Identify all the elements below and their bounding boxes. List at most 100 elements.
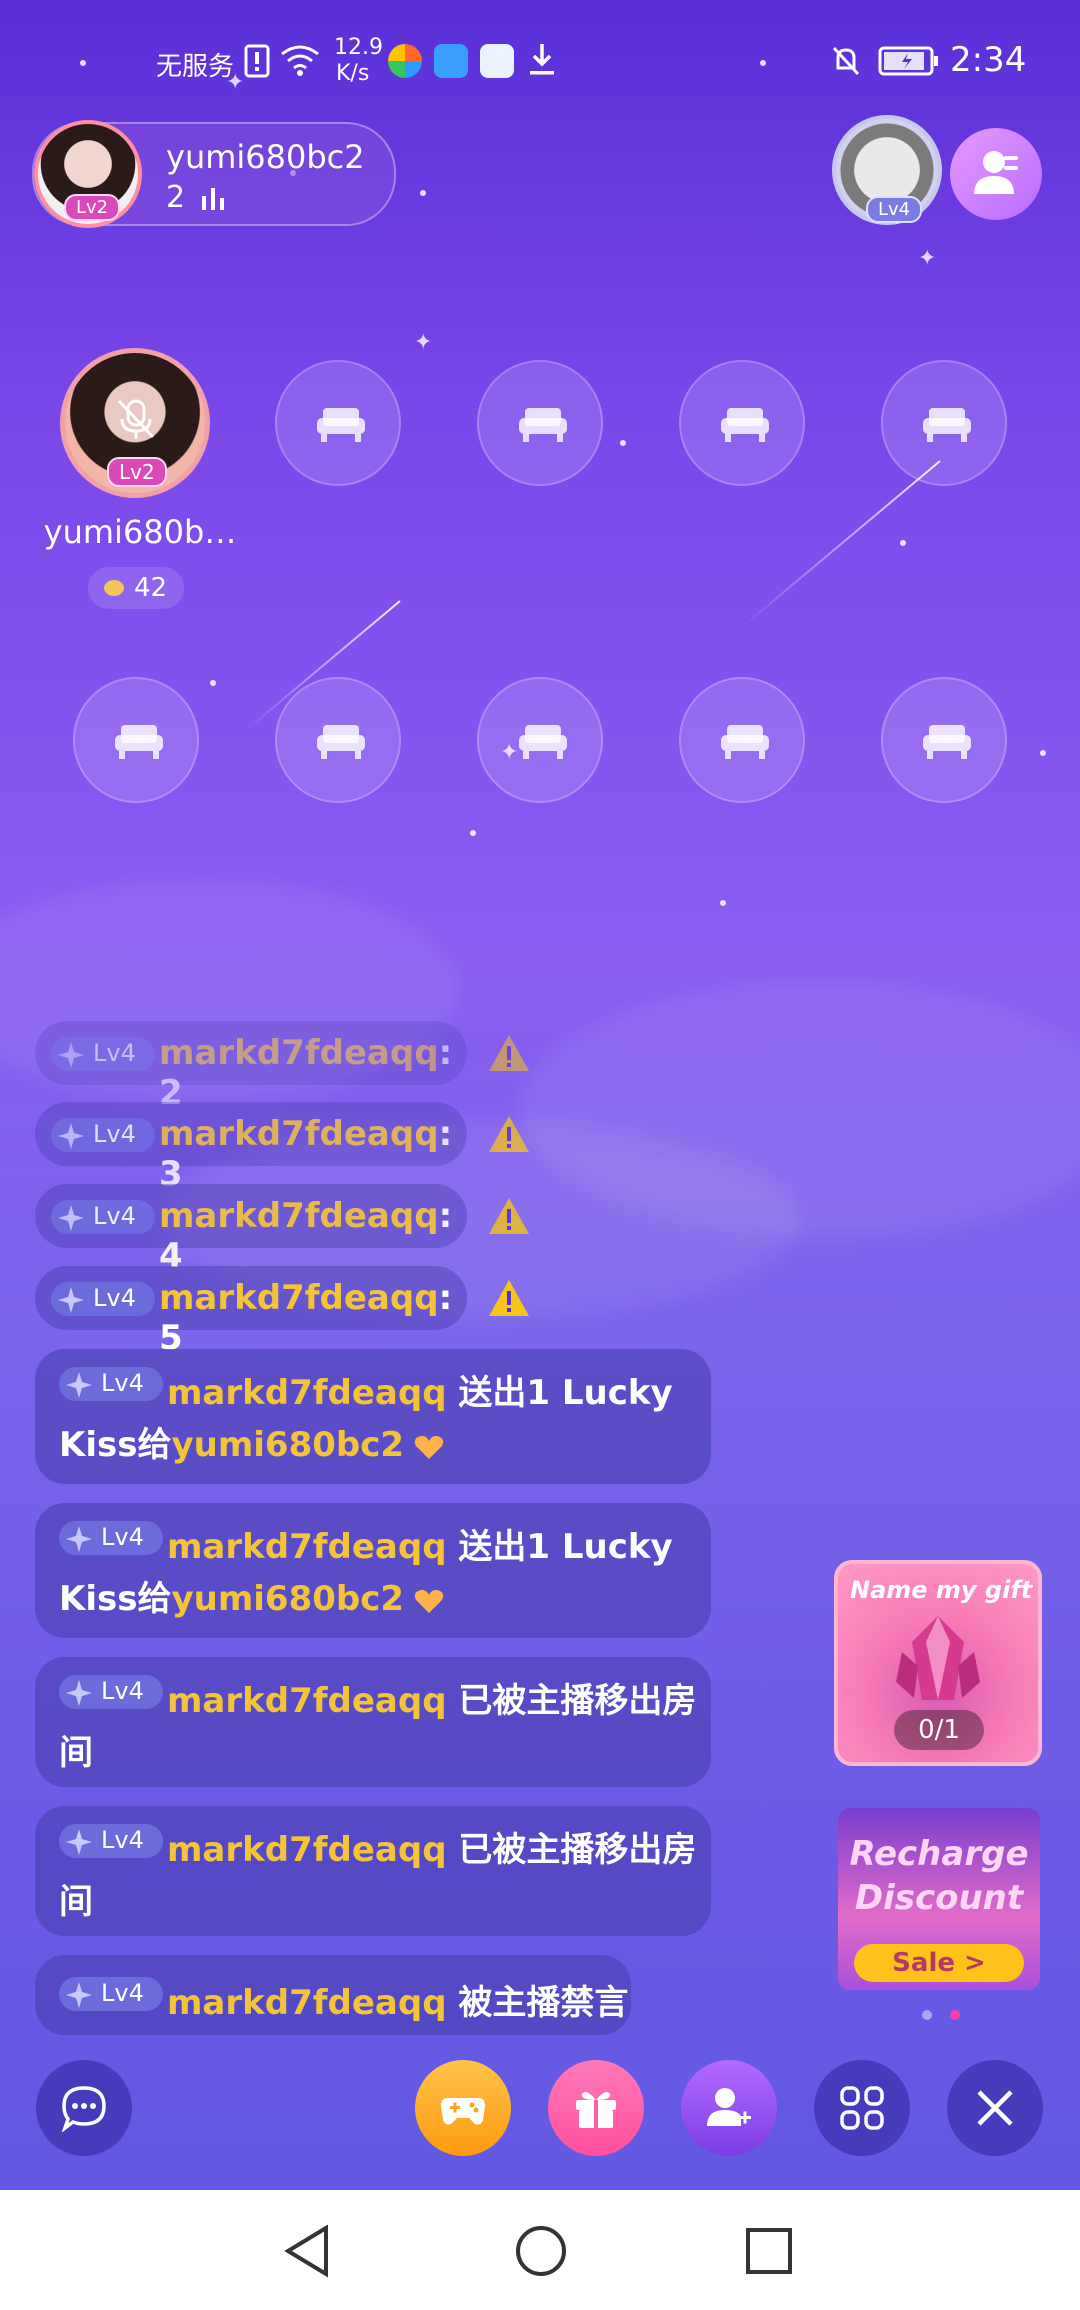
carousel-dot[interactable]	[922, 2010, 932, 2020]
audience-list-button[interactable]	[950, 128, 1042, 220]
chat-username[interactable]: markd7fdeaqq: 3	[159, 1114, 467, 1194]
host-seat-avatar[interactable]: Lv2	[60, 348, 210, 498]
card-line1: markd7fdeaqq 被主播禁言	[167, 1975, 628, 2024]
empty-seat[interactable]	[275, 360, 401, 486]
star-decoration	[470, 830, 476, 836]
chat-message: Lv4 markd7fdeaqq: 3	[35, 1102, 467, 1194]
sparkle-star-icon	[58, 1205, 84, 1231]
seat-host-name: yumi680b…	[43, 513, 237, 551]
level-text: Lv4	[101, 1826, 144, 1854]
empty-seat[interactable]	[679, 360, 805, 486]
chat-username[interactable]: markd7fdeaqq	[167, 1527, 447, 1567]
warning-icon[interactable]	[487, 1278, 531, 1318]
top-user-level-badge: Lv4	[866, 196, 923, 223]
chat-username-text: markd7fdeaqq	[159, 1278, 439, 1318]
seat-host-score: 42	[88, 567, 184, 609]
recents-square-icon[interactable]	[744, 2226, 794, 2276]
warning-icon[interactable]	[487, 1114, 531, 1154]
chat-message: Lv4 markd7fdeaqq: 2	[35, 1021, 467, 1113]
recharge-title-line2: Discount	[854, 1878, 1024, 1918]
huawei-app-icon	[480, 44, 514, 78]
empty-seat[interactable]	[477, 360, 603, 486]
home-circle-icon[interactable]	[514, 2224, 568, 2278]
sofa-icon	[115, 725, 163, 759]
sparkle-star-icon	[58, 1042, 84, 1068]
sparkle-decoration: ✦	[918, 246, 937, 271]
level-text: Lv4	[93, 1120, 136, 1148]
level-badge: Lv4	[59, 1367, 163, 1401]
chat-username-text: markd7fdeaqq	[159, 1114, 439, 1154]
star-decoration	[1040, 750, 1046, 756]
card-line1: markd7fdeaqq 送出1 Lucky	[167, 1365, 673, 1414]
star-decoration	[420, 190, 426, 196]
recharge-discount-banner[interactable]: Recharge Discount Sale >	[838, 1808, 1040, 1990]
system-navigation-bar	[0, 2190, 1080, 2310]
sparkle-decoration: ✦	[414, 330, 433, 355]
chat-bubble-icon	[61, 2086, 106, 2132]
chat-username[interactable]: markd7fdeaqq	[167, 1983, 447, 2023]
sofa-icon	[317, 725, 365, 759]
host-level-badge: Lv2	[64, 194, 121, 221]
card-text: Kiss给	[59, 1425, 172, 1465]
card-text: Kiss给	[59, 1579, 172, 1619]
warning-icon[interactable]	[487, 1196, 531, 1236]
level-badge: Lv4	[51, 1282, 155, 1316]
sparkle-star-icon	[66, 1829, 92, 1855]
level-text: Lv4	[93, 1039, 136, 1067]
more-menu-button[interactable]	[814, 2060, 910, 2156]
host-info-pill[interactable]: Lv2 yumi680bc2 2	[32, 120, 396, 228]
card-text: 已被主播移出房	[446, 1681, 697, 1721]
system-message-card: Lv4 markd7fdeaqq 被主播禁言	[35, 1955, 631, 2035]
star-decoration	[720, 900, 726, 906]
crystal-gift-icon	[896, 1616, 980, 1700]
card-line2: Kiss给yumi680bc2	[59, 1417, 444, 1466]
card-line2: 间	[59, 1733, 93, 1773]
chat-username[interactable]: markd7fdeaqq: 4	[159, 1196, 467, 1276]
star-decoration	[900, 540, 906, 546]
empty-seat[interactable]	[881, 677, 1007, 803]
invite-user-button[interactable]	[681, 2060, 777, 2156]
system-message-card: Lv4 markd7fdeaqq 已被主播移出房 间	[35, 1806, 711, 1936]
empty-seat[interactable]	[881, 360, 1007, 486]
users-icon	[974, 151, 1018, 194]
chat-username[interactable]: markd7fdeaqq	[167, 1373, 447, 1413]
close-room-button[interactable]	[947, 2060, 1043, 2156]
network-speed-unit: K/s	[336, 61, 370, 86]
carousel-dot-active[interactable]	[950, 2010, 960, 2020]
empty-seat[interactable]	[275, 677, 401, 803]
gift-message-card: Lv4 markd7fdeaqq 送出1 Lucky Kiss给yumi680b…	[35, 1503, 711, 1638]
chat-username[interactable]: markd7fdeaqq: 2	[159, 1033, 467, 1113]
sparkle-star-icon	[66, 1372, 92, 1398]
bean-icon	[104, 580, 124, 596]
chat-target-username[interactable]: yumi680bc2	[171, 1579, 404, 1619]
chat-target-username[interactable]: yumi680bc2	[171, 1425, 404, 1465]
card-line2: 间	[59, 1882, 93, 1922]
gift-progress: 0/1	[894, 1710, 984, 1750]
card-text: 送出1 Lucky	[446, 1373, 673, 1413]
gift-button[interactable]	[548, 2060, 644, 2156]
game-button[interactable]	[415, 2060, 511, 2156]
chat-button[interactable]	[36, 2060, 132, 2156]
warning-icon[interactable]	[487, 1033, 531, 1073]
level-badge: Lv4	[51, 1200, 155, 1234]
name-my-gift-banner[interactable]: Name my gift 0/1	[834, 1560, 1042, 1766]
empty-seat[interactable]	[679, 677, 805, 803]
empty-seat[interactable]	[477, 677, 603, 803]
back-triangle-icon[interactable]	[282, 2224, 332, 2278]
card-line1: markd7fdeaqq 已被主播移出房	[167, 1673, 696, 1722]
live-room-screen: ✦ ✦ ✦ ✦ 无服务 12.9 K/s 2:34 Lv2 yumi680bc2…	[0, 0, 1080, 2310]
card-line1: markd7fdeaqq 已被主播移出房	[167, 1822, 696, 1871]
sale-button[interactable]: Sale >	[854, 1944, 1024, 1982]
sparkle-star-icon	[66, 1680, 92, 1706]
chat-username[interactable]: markd7fdeaqq	[167, 1830, 447, 1870]
chat-username-text: markd7fdeaqq	[159, 1033, 439, 1073]
chat-username[interactable]: markd7fdeaqq	[167, 1681, 447, 1721]
level-badge: Lv4	[51, 1118, 155, 1152]
empty-seat[interactable]	[73, 677, 199, 803]
sofa-icon	[519, 408, 567, 442]
level-text: Lv4	[101, 1979, 144, 2007]
seat-host-score-value: 42	[134, 573, 168, 603]
chat-username[interactable]: markd7fdeaqq: 5	[159, 1278, 467, 1358]
level-text: Lv4	[101, 1369, 144, 1397]
wifi-icon	[281, 45, 319, 76]
